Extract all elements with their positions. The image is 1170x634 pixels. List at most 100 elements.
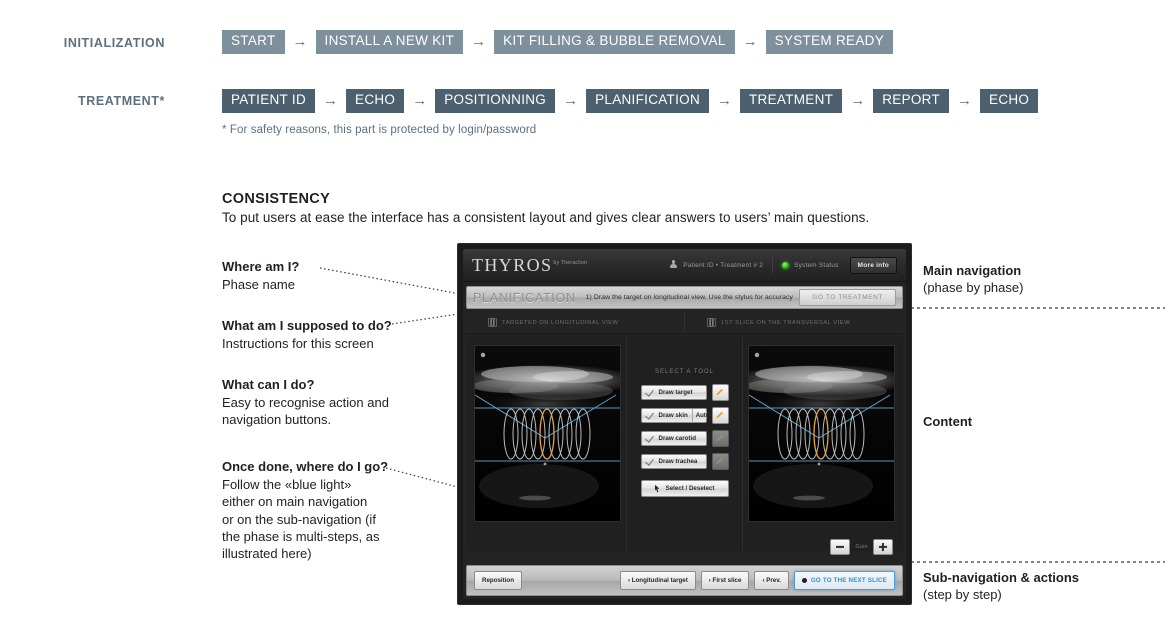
first-slice-button[interactable]: ‹ First slice xyxy=(700,571,750,590)
slices-icon xyxy=(488,318,497,327)
user-icon xyxy=(669,260,678,271)
ultrasound-image-right[interactable] xyxy=(748,345,895,522)
longitudinal-target-button[interactable]: ‹ Longitudinal target xyxy=(619,571,696,590)
page-title: CONSISTENCY xyxy=(222,191,331,207)
cursor-icon xyxy=(654,484,660,493)
tool-panel: SELECT A TOOL Draw target Draw skin Auto xyxy=(626,337,743,551)
annotation-question: Once done, where do I go? xyxy=(222,459,389,474)
ultrasound-image-left[interactable] xyxy=(474,345,621,522)
tool-row-draw-skin: Draw skin Auto xyxy=(640,407,729,424)
gain-increase-button[interactable] xyxy=(873,539,893,555)
annotation-where-do-i-go: Once done, where do I go? Follow the «bl… xyxy=(222,459,437,562)
annotation-what-supposed-to-do: What am I supposed to do? Instructions f… xyxy=(222,318,437,352)
more-info-button[interactable]: More info xyxy=(849,256,897,274)
patient-info: Patient ID • Treatment # 2 xyxy=(669,260,763,271)
gain-label: Gain xyxy=(855,544,868,550)
flow-step-positionning[interactable]: POSITIONNING xyxy=(435,89,556,113)
arrow-icon: → xyxy=(742,33,758,51)
annotation-sub-navigation: Sub-navigation & actions (step by step) xyxy=(923,570,1163,604)
system-status: System Status xyxy=(782,261,839,269)
page-subtitle: To put users at ease the interface has a… xyxy=(222,210,870,225)
flow-step-echo-1[interactable]: ECHO xyxy=(346,89,405,113)
draw-skin-button[interactable]: Draw skin Auto xyxy=(640,408,709,423)
tab-transversal-view[interactable]: 1ST SLICE ON THE TRANSVERSAL VIEW xyxy=(684,312,903,333)
system-status-label: System Status xyxy=(794,261,839,269)
flow-step-patient-id[interactable]: PATIENT ID xyxy=(222,89,316,113)
annotation-question: Where am I? xyxy=(222,259,300,274)
flow-step-kit-filling[interactable]: KIT FILLING & BUBBLE REMOVAL xyxy=(494,30,735,54)
annotation-subtitle: (step by step) xyxy=(923,587,1002,603)
slices-icon xyxy=(707,318,716,327)
auto-toggle[interactable]: Auto xyxy=(691,409,713,422)
transversal-view-pane: Gain xyxy=(743,337,903,555)
flow-initialization: START → INSTALL A NEW KIT → KIT FILLING … xyxy=(222,30,893,54)
go-to-next-slice-button[interactable]: GO TO THE NEXT SLICE xyxy=(793,571,895,590)
draw-carotid-button[interactable]: Draw carotid xyxy=(640,431,707,446)
screen-instruction: 1) Draw the target on longitudinal view.… xyxy=(585,294,794,301)
next-slice-label: GO TO THE NEXT SLICE xyxy=(810,577,887,584)
tool-row-draw-carotid: Draw carotid xyxy=(640,430,729,447)
current-phase-name: PLANIFICATION xyxy=(473,290,576,305)
annotation-answer: Phase name xyxy=(222,277,295,293)
tool-label: Draw carotid xyxy=(658,435,696,442)
prev-button[interactable]: ‹ Prev. xyxy=(754,571,789,590)
content-area: SELECT A TOOL Draw target Draw skin Auto xyxy=(466,337,903,555)
draw-target-button[interactable]: Draw target xyxy=(640,385,707,400)
view-tabs: TARGETED ON LONGITUDINAL VIEW 1ST SLICE … xyxy=(466,312,903,334)
check-icon xyxy=(646,457,655,466)
pen-icon-draw-skin[interactable] xyxy=(711,407,729,424)
annotation-question: What am I supposed to do? xyxy=(222,318,392,333)
treatment-footnote: * For safety reasons, this part is prote… xyxy=(222,124,537,136)
annotation-subtitle: (phase by phase) xyxy=(923,280,1024,296)
annotation-title: Content xyxy=(923,414,973,429)
select-deselect-button[interactable]: Select / Deselect xyxy=(640,480,729,497)
flow-step-echo-2[interactable]: ECHO xyxy=(980,89,1039,113)
main-navigation-bar: PLANIFICATION 1) Draw the target on long… xyxy=(466,286,903,309)
annotation-answer: Easy to recognise action and navigation … xyxy=(222,395,389,428)
annotation-title: Sub-navigation & actions xyxy=(923,570,1080,585)
tab-longitudinal-view[interactable]: TARGETED ON LONGITUDINAL VIEW xyxy=(466,312,684,333)
arrow-icon: → xyxy=(850,92,866,110)
flow-step-start[interactable]: START xyxy=(222,30,285,54)
pen-icon-draw-trachea[interactable] xyxy=(711,453,729,470)
flow-label-treatment: TREATMENT* xyxy=(77,94,165,108)
select-label: Select / Deselect xyxy=(665,485,715,492)
pen-icon-draw-target[interactable] xyxy=(711,384,729,401)
check-icon xyxy=(646,434,655,443)
reposition-button[interactable]: Reposition xyxy=(474,571,522,590)
annotation-main-navigation: Main navigation (phase by phase) xyxy=(923,263,1163,297)
sub-navigation-bar: Reposition ‹ Longitudinal target ‹ First… xyxy=(466,565,903,596)
app-logo: THYROSby Theraclion xyxy=(472,256,587,274)
pen-icon-draw-carotid[interactable] xyxy=(711,430,729,447)
tool-label: Draw target xyxy=(658,389,693,396)
annotation-where-am-i: Where am I? Phase name xyxy=(222,259,437,293)
logo-text: THYROS xyxy=(472,255,553,275)
annotation-answer: Instructions for this screen xyxy=(222,336,374,352)
gain-controls: Gain xyxy=(830,539,893,555)
annotation-content: Content xyxy=(923,414,1163,431)
flow-step-install-kit[interactable]: INSTALL A NEW KIT xyxy=(315,30,464,54)
flow-label-initialization: INITIALIZATION xyxy=(63,36,165,50)
tool-row-draw-trachea: Draw trachea xyxy=(640,453,729,470)
gain-decrease-button[interactable] xyxy=(830,539,851,555)
annotation-title: Main navigation xyxy=(923,263,1022,278)
tool-row-draw-target: Draw target xyxy=(640,384,729,401)
tool-label: Draw trachea xyxy=(658,458,698,465)
status-indicator-icon xyxy=(782,261,790,269)
header-divider xyxy=(772,257,774,273)
flow-step-planification[interactable]: PLANIFICATION xyxy=(586,89,710,113)
arrow-icon: → xyxy=(471,33,487,51)
flow-step-treatment[interactable]: TREATMENT xyxy=(740,89,843,113)
bullet-icon xyxy=(801,578,807,583)
arrow-icon: → xyxy=(412,92,428,110)
go-to-treatment-button[interactable]: GO TO TREATMENT xyxy=(799,289,896,306)
check-icon xyxy=(646,388,655,397)
draw-trachea-button[interactable]: Draw trachea xyxy=(640,454,707,469)
tool-panel-title: SELECT A TOOL xyxy=(654,369,715,375)
application-mockup: THYROSby Theraclion Patient ID • Treatme… xyxy=(457,243,912,605)
flow-step-system-ready[interactable]: SYSTEM READY xyxy=(765,30,893,54)
patient-label: Patient ID • Treatment # 2 xyxy=(683,261,764,269)
flow-step-report[interactable]: REPORT xyxy=(873,89,950,113)
annotation-answer: Follow the «blue light» either on main n… xyxy=(222,477,380,561)
annotation-what-can-i-do: What can I do? Easy to recognise action … xyxy=(222,377,437,429)
